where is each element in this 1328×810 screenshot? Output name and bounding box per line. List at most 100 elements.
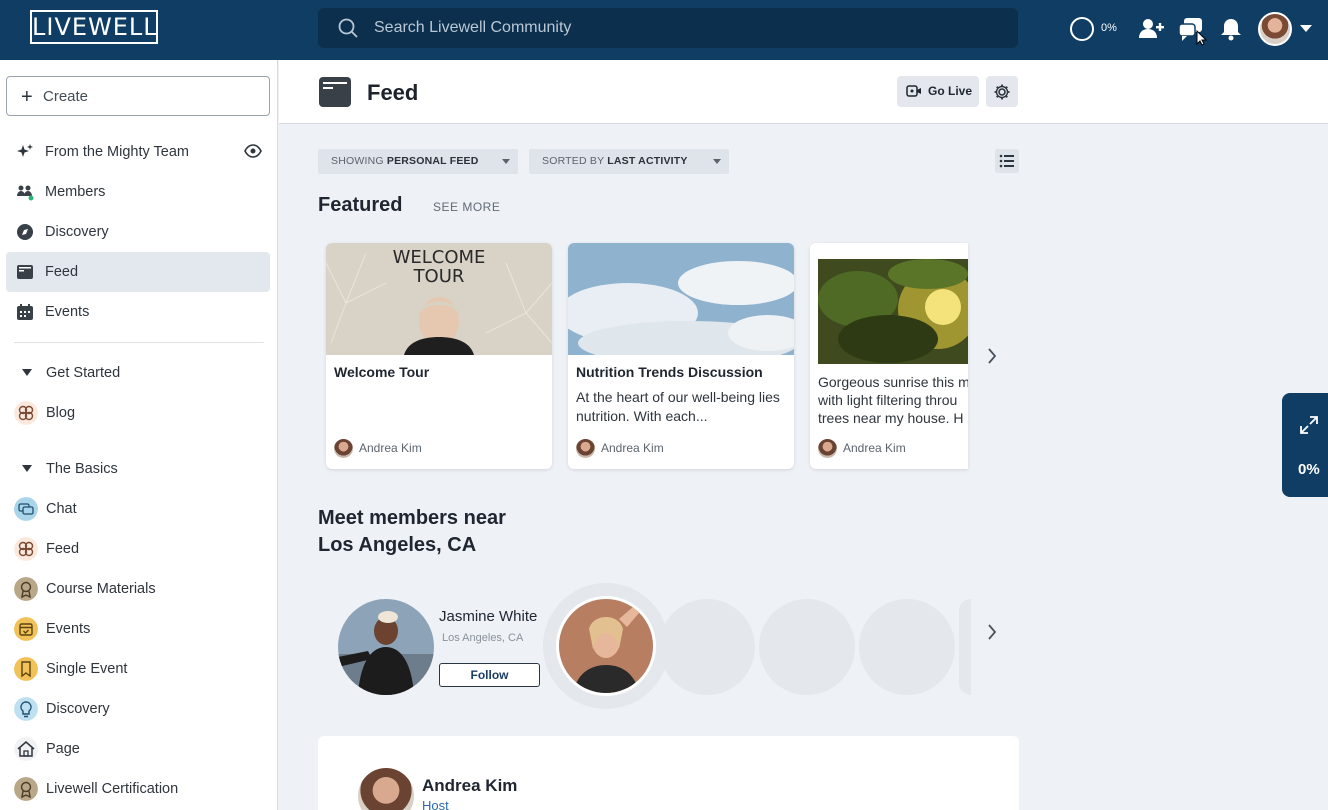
user-avatar[interactable] (1258, 12, 1292, 46)
list-icon (999, 154, 1014, 168)
featured-card[interactable]: WELCOME TOUR Welcome Tour Andrea Kim (326, 243, 552, 469)
author-avatar (576, 439, 595, 458)
sidebar-item-members[interactable]: Members (6, 172, 270, 212)
sidebar-item-chat[interactable]: Chat (6, 489, 270, 529)
card-image (818, 259, 968, 364)
chevron-right-icon[interactable] (987, 623, 997, 641)
card-author[interactable]: Andrea Kim (334, 439, 534, 459)
top-bar: LIVEWELL Search Livewell Community 0% (0, 0, 1328, 60)
go-live-button[interactable]: Go Live (897, 76, 979, 107)
go-live-label: Go Live (928, 84, 973, 98)
chevron-down-icon[interactable] (1300, 25, 1312, 32)
plus-icon: + (21, 86, 33, 108)
logo[interactable]: LIVEWELL (30, 10, 158, 44)
member-placeholder (859, 599, 955, 695)
video-camera-icon (906, 85, 921, 97)
progress-widget[interactable]: 0% (1282, 393, 1328, 497)
post-author-name[interactable]: Andrea Kim (422, 776, 517, 796)
sidebar-item-events-space[interactable]: Events (6, 609, 270, 649)
sidebar-item-blog[interactable]: Blog (6, 393, 270, 433)
post-card[interactable]: Andrea Kim Host (318, 736, 1019, 810)
sidebar-item-label: Discovery (46, 701, 110, 717)
sidebar-item-label: Course Materials (46, 581, 156, 597)
gear-icon (994, 84, 1010, 100)
sidebar-item-label: Feed (46, 541, 80, 557)
card-image-text: WELCOME (393, 247, 486, 268)
eye-icon[interactable] (244, 144, 262, 158)
feed-filter-dropdown[interactable]: SHOWING PERSONAL FEED (318, 149, 518, 174)
progress-widget-percent: 0% (1298, 461, 1320, 478)
sidebar-item-course-materials[interactable]: Course Materials (6, 569, 270, 609)
sidebar: + Create From the Mighty Team Members Di… (0, 60, 278, 810)
search-input[interactable]: Search Livewell Community (374, 19, 571, 37)
sidebar-item-discovery[interactable]: Discovery (6, 212, 270, 252)
bell-icon[interactable] (1218, 16, 1244, 42)
sidebar-item-single-event[interactable]: Single Event (6, 649, 270, 689)
chevron-right-icon[interactable] (987, 347, 997, 365)
award-icon (14, 777, 38, 801)
progress-ring-icon[interactable] (1070, 17, 1094, 41)
sidebar-item-label: From the Mighty Team (45, 144, 189, 160)
member-location: Los Angeles, CA (442, 632, 524, 644)
sidebar-item-label: Livewell Certification (46, 781, 179, 797)
caret-down-icon (713, 159, 721, 164)
list-view-button[interactable] (995, 149, 1019, 173)
filter-value: PERSONAL FEED (386, 155, 479, 167)
section-get-started[interactable]: Get Started (6, 355, 270, 391)
divider (14, 342, 264, 343)
card-image: WELCOME TOUR (326, 243, 552, 355)
sort-dropdown[interactable]: SORTED BY LAST ACTIVITY (529, 149, 729, 174)
section-the-basics[interactable]: The Basics (6, 451, 270, 487)
caret-down-icon (22, 465, 32, 472)
sidebar-item-discovery-space[interactable]: Discovery (6, 689, 270, 729)
bookmark-icon (14, 657, 38, 681)
card-author[interactable]: Andrea Kim (818, 439, 968, 459)
sidebar-item-mighty-team[interactable]: From the Mighty Team (6, 132, 270, 172)
featured-card[interactable]: Nutrition Trends Discussion At the heart… (568, 243, 794, 469)
create-button[interactable]: + Create (6, 76, 270, 116)
settings-button[interactable] (986, 76, 1018, 107)
sidebar-item-livewell-certification[interactable]: Livewell Certification (6, 769, 270, 809)
lightbulb-icon (14, 697, 38, 721)
members-heading-line: Los Angeles, CA (318, 534, 477, 556)
see-more-link[interactable]: SEE MORE (433, 200, 500, 214)
sidebar-item-feed[interactable]: Feed (6, 252, 270, 292)
member-photo (338, 599, 434, 695)
section-label: The Basics (46, 461, 118, 477)
card-image-text: TOUR (413, 266, 465, 287)
card-author[interactable]: Andrea Kim (576, 439, 776, 459)
members-icon (17, 185, 34, 201)
member-avatar[interactable] (556, 596, 656, 696)
card-title: Welcome Tour (334, 364, 430, 380)
sidebar-item-page[interactable]: Page (6, 729, 270, 769)
sort-value: LAST ACTIVITY (607, 155, 688, 167)
sidebar-item-feed-space[interactable]: Feed (6, 529, 270, 569)
create-label: Create (43, 88, 89, 105)
section-label: Get Started (46, 365, 121, 381)
members-heading: Meet members near Los Angeles, CA (318, 505, 578, 559)
sidebar-item-label: Members (45, 184, 106, 200)
card-description: At the heart of our well-being lies nutr… (576, 389, 780, 424)
card-description-line: Gorgeous sunrise this m (818, 374, 968, 390)
progress-percent: 0% (1101, 22, 1117, 34)
calendar-check-icon (14, 617, 38, 641)
sidebar-item-label: Single Event (46, 661, 128, 677)
member-avatar[interactable] (338, 599, 434, 695)
member-photo (559, 599, 653, 693)
card-description: Gorgeous sunrise this m with light filte… (818, 373, 968, 427)
post-author-avatar[interactable] (358, 768, 414, 810)
caret-down-icon (502, 159, 510, 164)
featured-card[interactable]: Gorgeous sunrise this m with light filte… (810, 243, 968, 469)
member-name[interactable]: Jasmine White (439, 608, 537, 625)
flower-icon (14, 401, 38, 425)
house-icon (14, 737, 38, 761)
add-user-icon[interactable] (1138, 16, 1164, 42)
author-name: Andrea Kim (843, 441, 906, 455)
sidebar-item-label: Events (46, 621, 91, 637)
compass-icon (17, 224, 33, 240)
member-placeholder (959, 599, 971, 695)
featured-heading: Featured (318, 194, 403, 216)
sidebar-item-events[interactable]: Events (6, 292, 270, 332)
search-bar[interactable]: Search Livewell Community (318, 8, 1018, 48)
follow-button[interactable]: Follow (439, 663, 540, 687)
